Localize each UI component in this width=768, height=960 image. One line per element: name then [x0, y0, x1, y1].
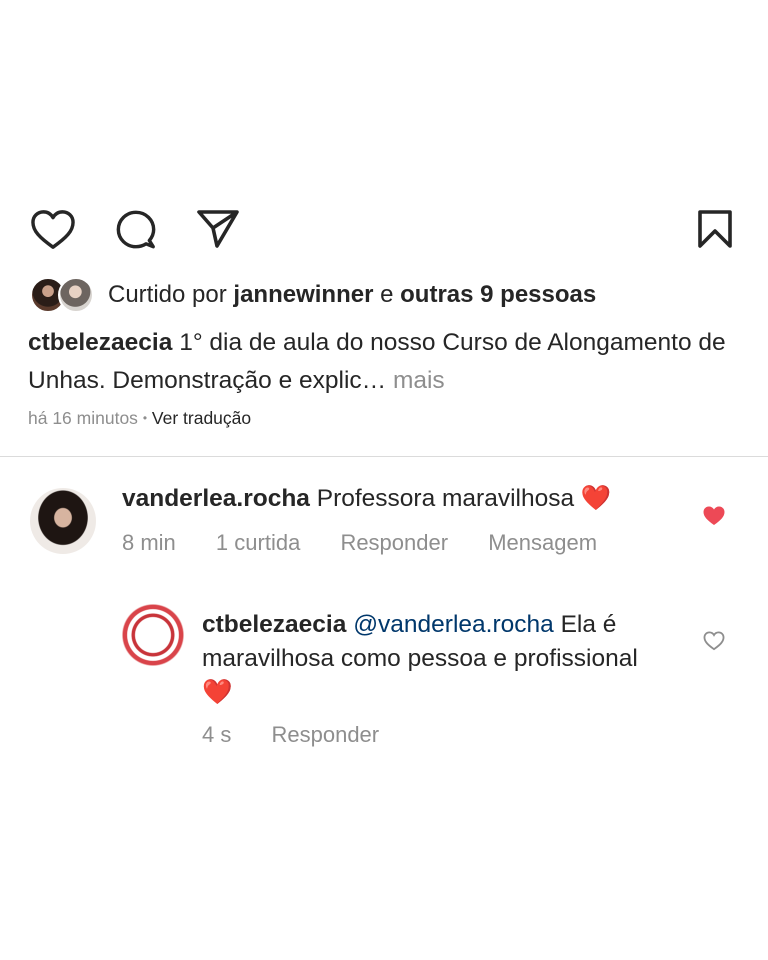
comment-button[interactable] — [114, 209, 158, 251]
comment-body: vanderlea.rocha Professora maravilhosa ❤… — [122, 482, 682, 516]
comment-meta: 4 s Responder — [202, 722, 413, 748]
post-meta: há 16 minutos • Ver tradução — [28, 408, 251, 429]
red-heart-emoji: ❤️ — [580, 485, 612, 512]
comment-time: 8 min — [122, 530, 176, 555]
red-heart-emoji: ❤️ — [202, 679, 233, 706]
like-button[interactable] — [30, 209, 76, 251]
share-button[interactable] — [196, 208, 240, 250]
comment-likes-count[interactable]: 1 curtida — [216, 530, 300, 555]
likes-prefix: Curtido por — [108, 281, 227, 308]
meta-separator: • — [142, 411, 148, 425]
comment-username[interactable]: vanderlea.rocha — [122, 485, 310, 512]
see-translation-link[interactable]: Ver tradução — [152, 408, 251, 428]
save-button[interactable] — [696, 209, 734, 249]
reply-body: ctbelezaecia @vanderlea.rocha Ela é mara… — [202, 608, 672, 710]
comment-meta: 8 min 1 curtida Responder Mensagem — [122, 530, 631, 556]
bookmark-icon — [698, 210, 732, 248]
heart-filled-icon — [703, 506, 725, 525]
heart-outline-icon — [31, 210, 75, 249]
heart-outline-icon — [703, 631, 725, 651]
post-time: há 16 minutos — [28, 408, 138, 428]
comment-username[interactable]: ctbelezaecia — [202, 611, 346, 638]
comment-bubble-icon — [116, 210, 156, 249]
comment-text: Professora maravilhosa — [316, 485, 575, 512]
reply-button[interactable]: Responder — [340, 530, 448, 555]
reply-button[interactable]: Responder — [271, 722, 379, 747]
caption-username[interactable]: ctbelezaecia — [28, 329, 172, 356]
liker-avatars — [30, 277, 94, 313]
post-caption: ctbelezaecia 1° dia de aula do nosso Cur… — [28, 324, 740, 400]
message-button[interactable]: Mensagem — [488, 530, 597, 555]
avatar — [58, 277, 94, 313]
comment-like-button[interactable] — [702, 505, 726, 527]
liker-username[interactable]: jannewinner — [233, 281, 373, 309]
avatar[interactable] — [30, 488, 96, 554]
caption-ellipsis: … — [361, 367, 387, 394]
likes-summary[interactable]: Curtido por jannewinner e outras 9 pesso… — [30, 276, 596, 314]
likes-conj: e — [380, 281, 394, 308]
comment-time: 4 s — [202, 722, 232, 747]
divider — [0, 456, 768, 457]
avatar[interactable] — [122, 604, 184, 666]
paper-plane-icon — [197, 210, 239, 248]
likes-others[interactable]: outras 9 pessoas — [400, 281, 596, 309]
comment-like-button[interactable] — [703, 631, 725, 651]
caption-more-link[interactable]: mais — [393, 367, 445, 394]
mention-link[interactable]: @vanderlea.rocha — [353, 611, 554, 638]
